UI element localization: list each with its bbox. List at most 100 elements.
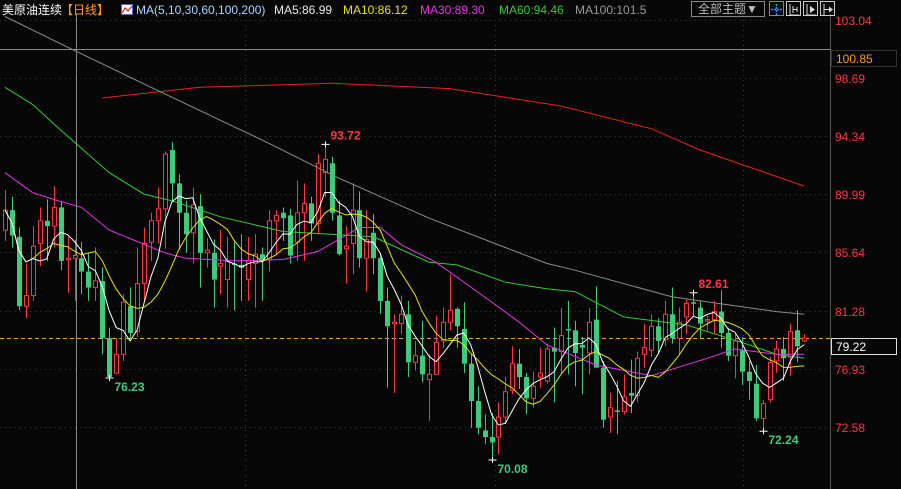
- price-tick-label: 85.64: [835, 245, 866, 260]
- candle-body-down: [128, 306, 133, 333]
- candle-body-up: [274, 214, 279, 222]
- ma60-value: MA60:94.46: [499, 3, 564, 17]
- candle-body-up: [496, 416, 501, 438]
- candle-body-down: [79, 258, 84, 272]
- candle-body-down: [86, 271, 91, 288]
- candle-body-up: [24, 295, 29, 307]
- extreme-marker: [321, 141, 330, 148]
- zoom-range-icon[interactable]: [786, 1, 801, 16]
- low-price-label: 76.23: [115, 380, 145, 394]
- candle-body-down: [212, 252, 217, 280]
- candle-body-up: [156, 208, 161, 222]
- ma30-value: MA30:89.30: [420, 3, 485, 17]
- candle-body-down: [170, 150, 175, 184]
- candle-body-up: [510, 363, 515, 391]
- candle-body-up: [642, 347, 647, 355]
- candle-body-down: [385, 300, 390, 327]
- candle-body-up: [163, 153, 168, 210]
- candle-body-down: [45, 220, 50, 227]
- price-tick-label: 81.28: [835, 304, 866, 319]
- symbol-name: 美原油连续: [2, 3, 63, 17]
- candle-body-up: [149, 220, 154, 243]
- candle-body-up: [538, 372, 543, 378]
- low-price-label: 70.08: [498, 462, 528, 476]
- candle-body-up: [531, 385, 536, 399]
- candle-body-up: [225, 260, 230, 281]
- candle-body-up: [434, 341, 439, 375]
- candle-body-down: [517, 363, 522, 378]
- candle-body-down: [573, 330, 578, 353]
- candle-body-down: [469, 363, 474, 402]
- high-price-label: 82.61: [699, 277, 729, 291]
- candle-body-down: [309, 203, 314, 224]
- candle-body-up: [649, 325, 654, 351]
- candle-body-up: [761, 403, 766, 419]
- candle-body-up: [413, 355, 418, 363]
- candle-body-down: [754, 383, 759, 419]
- ma5-value: MA5:86.99: [274, 3, 333, 17]
- candle-body-up: [316, 162, 321, 224]
- candle-body-down: [455, 308, 460, 327]
- candle-body-down: [100, 280, 105, 339]
- candle-body-down: [726, 332, 731, 356]
- candle-body-up: [705, 319, 710, 322]
- candle-body-down: [184, 212, 189, 235]
- candle-body-up: [344, 245, 349, 250]
- low-price-label: 72.24: [769, 433, 799, 447]
- candle-body-up: [121, 301, 126, 355]
- price-tick-label: 103.04: [835, 13, 872, 28]
- candle-body-up: [364, 238, 369, 259]
- candle-body-up: [31, 245, 36, 297]
- price-tick-label: 94.34: [835, 129, 866, 144]
- candle-body-down: [781, 348, 786, 359]
- candle-body-down: [615, 410, 620, 412]
- period-label[interactable]: 【日线】: [61, 0, 109, 20]
- crosshair-icon[interactable]: [769, 1, 784, 16]
- candle-body-up: [663, 313, 668, 341]
- crosshair-price-label: 100.85: [831, 50, 897, 67]
- candle-body-down: [59, 207, 64, 261]
- candle-body-down: [566, 328, 571, 331]
- candle-body-up: [205, 249, 210, 254]
- candle-body-down: [198, 206, 203, 253]
- line-chart-icon[interactable]: [121, 4, 133, 15]
- ma-spec[interactable]: MA(5,10,30,60,100,200): [136, 0, 265, 20]
- play-forward-icon[interactable]: [803, 1, 818, 16]
- price-tick-label: 72.58: [835, 420, 866, 435]
- candle-body-down: [698, 307, 703, 324]
- candle-body-up: [427, 373, 432, 381]
- candle-body-up: [114, 353, 119, 374]
- candle-body-down: [795, 330, 800, 347]
- candle-body-down: [177, 183, 182, 213]
- chart-header: 美原油连续 【日线】 MA(5,10,30,60,100,200) MA5:86…: [0, 0, 901, 20]
- candlestick-chart[interactable]: 93.72 76.23 70.08 82.61 72.24: [0, 0, 901, 489]
- candle-body-down: [656, 326, 661, 341]
- candle-body-down: [629, 393, 634, 396]
- extreme-marker: [105, 374, 114, 381]
- candle-body-down: [601, 367, 606, 420]
- candle-body-up: [788, 331, 793, 358]
- candle-body-down: [691, 302, 696, 304]
- candle-body-up: [38, 220, 43, 244]
- candle-body-down: [378, 258, 383, 301]
- candle-body-up: [218, 263, 223, 267]
- ma200-line: [102, 82, 805, 187]
- candle-body-up: [302, 202, 307, 214]
- candle-body-up: [684, 303, 689, 318]
- price-tick-label: 76.93: [835, 362, 866, 377]
- candle-body-down: [288, 215, 293, 256]
- candle-body-up: [52, 206, 57, 227]
- candle-body-up: [802, 337, 807, 342]
- extreme-marker: [689, 289, 698, 296]
- candle-body-up: [392, 321, 397, 325]
- candle-body-up: [66, 257, 71, 261]
- candle-body-up: [733, 340, 738, 357]
- candle-body-down: [107, 338, 112, 378]
- candle-body-down: [420, 355, 425, 375]
- candle-body-up: [93, 280, 98, 289]
- candle-body-up: [73, 255, 78, 259]
- candle-body-down: [490, 437, 495, 443]
- theme-dropdown-button[interactable]: 全部主题▼: [691, 1, 765, 17]
- candle-body-up: [448, 309, 453, 323]
- ma10-value: MA10:86.12: [343, 3, 408, 17]
